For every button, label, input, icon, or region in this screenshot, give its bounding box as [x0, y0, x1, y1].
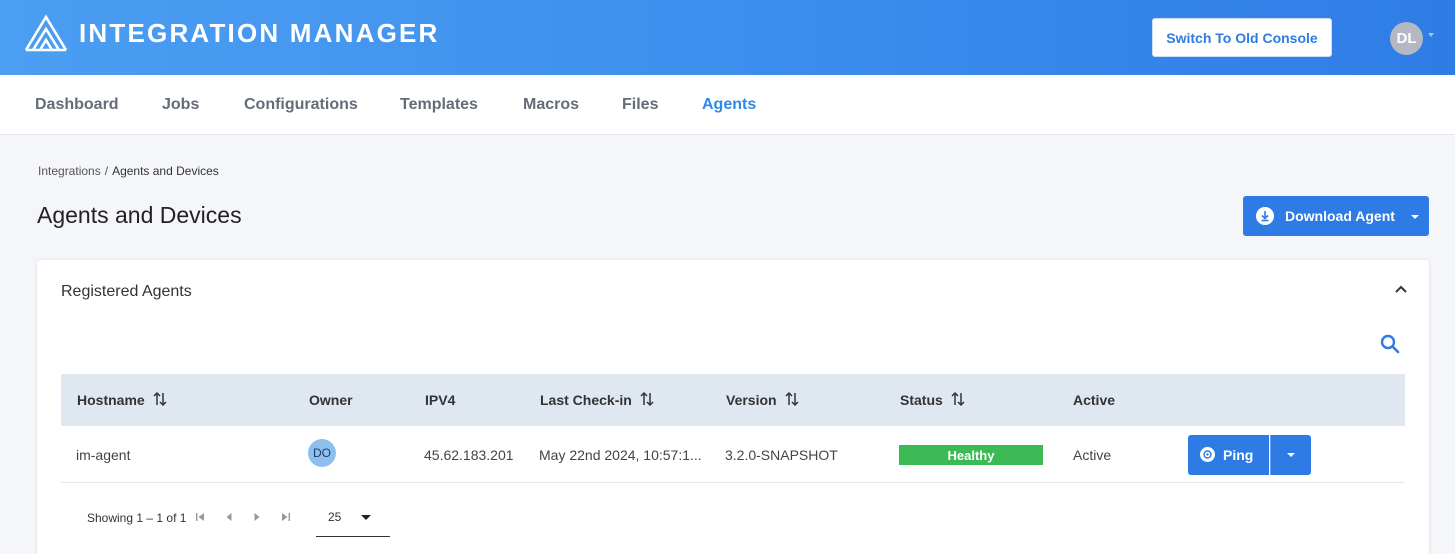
column-header-ipv4: IPV4: [425, 392, 456, 408]
search-icon[interactable]: [1379, 333, 1401, 355]
ping-options-dropdown[interactable]: [1270, 435, 1311, 475]
next-page-icon[interactable]: [252, 512, 262, 522]
chevron-down-icon: [1411, 215, 1419, 219]
status-badge: Healthy: [899, 445, 1043, 465]
breadcrumb-integrations-link[interactable]: Integrations: [38, 164, 101, 178]
nav-item-jobs[interactable]: Jobs: [162, 95, 199, 115]
user-avatar[interactable]: DL: [1390, 22, 1423, 55]
ping-icon: [1200, 447, 1215, 462]
first-page-icon[interactable]: [195, 512, 205, 522]
app-title: INTEGRATION MANAGER: [79, 18, 440, 48]
cell-ipv4: 45.62.183.201: [424, 447, 514, 463]
nav-item-agents[interactable]: Agents: [702, 95, 756, 115]
mountain-logo-icon[interactable]: [24, 14, 68, 52]
column-header-active: Active: [1073, 392, 1116, 408]
breadcrumb-current: Agents and Devices: [112, 164, 219, 178]
cell-active: Active: [1073, 447, 1112, 463]
ping-label: Ping: [1223, 447, 1254, 463]
chevron-down-icon[interactable]: [1428, 33, 1434, 37]
column-header-version[interactable]: Version: [726, 391, 800, 409]
ping-button[interactable]: Ping: [1188, 435, 1269, 475]
sort-icon[interactable]: [784, 391, 800, 407]
column-header-last-checkin[interactable]: Last Check-in: [540, 391, 655, 409]
chevron-down-icon: [1287, 453, 1295, 457]
sort-icon[interactable]: [950, 391, 966, 407]
table-header: Hostname Owner IPV4 Last Check-in Versio…: [61, 374, 1405, 426]
cell-last-checkin: May 22nd 2024, 10:57:1...: [539, 447, 702, 463]
column-header-owner: Owner: [309, 392, 353, 408]
nav-item-files[interactable]: Files: [622, 95, 658, 115]
breadcrumb: Integrations / Agents and Devices: [38, 164, 219, 178]
download-agent-button[interactable]: Download Agent: [1243, 196, 1429, 236]
download-circle-icon: [1256, 207, 1274, 225]
nav-item-macros[interactable]: Macros: [523, 95, 579, 115]
previous-page-icon[interactable]: [224, 512, 234, 522]
card-title: Registered Agents: [61, 283, 192, 300]
page-size-value: 25: [328, 510, 342, 524]
cell-hostname[interactable]: im-agent: [76, 448, 130, 462]
pagination-summary: Showing 1 – 1 of 1: [87, 511, 187, 525]
column-header-status[interactable]: Status: [900, 391, 966, 409]
download-agent-label: Download Agent: [1285, 208, 1395, 224]
sort-icon[interactable]: [639, 391, 655, 407]
table-row: im-agent DO 45.62.183.201 May 22nd 2024,…: [61, 426, 1405, 483]
chevron-down-icon: [361, 515, 371, 520]
nav-item-configurations[interactable]: Configurations: [244, 95, 358, 115]
chevron-up-icon[interactable]: [1392, 281, 1410, 299]
owner-avatar: DO: [308, 439, 336, 467]
page-title: Agents and Devices: [37, 202, 242, 228]
nav-item-templates[interactable]: Templates: [400, 95, 478, 115]
cell-version: 3.2.0-SNAPSHOT: [725, 447, 838, 463]
nav-item-dashboard[interactable]: Dashboard: [35, 95, 119, 115]
sort-icon[interactable]: [152, 391, 168, 407]
page-size-select[interactable]: 25: [316, 502, 390, 537]
last-page-icon[interactable]: [281, 512, 291, 522]
top-bar: INTEGRATION MANAGER Switch To Old Consol…: [0, 0, 1455, 75]
column-header-hostname[interactable]: Hostname: [77, 391, 168, 409]
main-nav: Dashboard Jobs Configurations Templates …: [0, 75, 1455, 135]
switch-to-old-console-button[interactable]: Switch To Old Console: [1152, 18, 1332, 57]
registered-agents-card: Registered Agents Hostname Owner IPV4 La…: [37, 260, 1429, 554]
breadcrumb-separator: /: [104, 164, 109, 178]
